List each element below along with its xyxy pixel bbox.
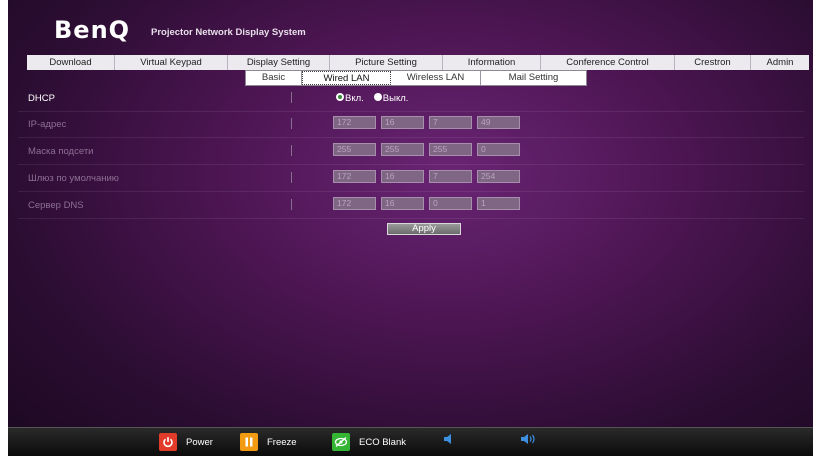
power-icon <box>159 433 177 451</box>
eco-eye-icon <box>332 433 350 451</box>
tab-display-setting[interactable]: Display Setting <box>228 55 330 70</box>
power-label: Power <box>186 436 213 448</box>
tab-virtual-keypad[interactable]: Virtual Keypad <box>115 55 228 70</box>
dns-server-octet-2[interactable]: 16 <box>381 197 424 210</box>
ip-address-octet-3[interactable]: 7 <box>429 116 472 129</box>
ip-address-octet-2[interactable]: 16 <box>381 116 424 129</box>
subnet-mask-octet-4[interactable]: 0 <box>477 143 520 156</box>
default-gateway-row: Шлюз по умолчанию 172 16 7 254 <box>18 165 804 192</box>
system-title: Projector Network Display System <box>151 27 306 38</box>
subnet-mask-octet-1[interactable]: 255 <box>333 143 376 156</box>
dns-server-octet-4[interactable]: 1 <box>477 197 520 210</box>
tab-admin[interactable]: Admin <box>751 55 809 70</box>
dhcp-off-label: Выкл. <box>382 93 409 104</box>
subtab-wireless-lan[interactable]: Wireless LAN <box>391 71 481 85</box>
apply-button[interactable]: Apply <box>387 223 461 235</box>
header: BenQ Projector Network Display System <box>8 0 813 50</box>
subnet-mask-fields: 255 255 255 0 <box>333 143 525 156</box>
dns-server-octet-1[interactable]: 172 <box>333 197 376 210</box>
dhcp-label: DHCP <box>28 93 55 104</box>
app-frame: BenQ Projector Network Display System Do… <box>8 0 813 456</box>
dhcp-on-radio[interactable]: Вкл. <box>336 91 364 104</box>
freeze-label: Freeze <box>267 436 297 448</box>
subnet-mask-octet-2[interactable]: 255 <box>381 143 424 156</box>
dns-server-octet-3[interactable]: 0 <box>429 197 472 210</box>
row-separator <box>291 199 292 210</box>
ip-address-row: IP-адрес 172 16 7 49 <box>18 111 804 138</box>
main-nav: Download Virtual Keypad Display Setting … <box>27 55 809 70</box>
power-button[interactable]: Power <box>159 433 213 451</box>
dns-server-fields: 172 16 0 1 <box>333 197 525 210</box>
default-gateway-label: Шлюз по умолчанию <box>28 173 119 184</box>
default-gateway-octet-2[interactable]: 16 <box>381 170 424 183</box>
subnet-mask-row: Маска подсети 255 255 255 0 <box>18 138 804 165</box>
subtab-basic[interactable]: Basic <box>246 71 302 85</box>
dhcp-off-radio[interactable]: Выкл. <box>373 91 409 104</box>
freeze-button[interactable]: Freeze <box>240 433 297 451</box>
radio-checked-icon <box>336 92 344 101</box>
volume-down-button[interactable] <box>443 433 453 445</box>
subnet-mask-octet-3[interactable]: 255 <box>429 143 472 156</box>
eco-blank-label: ECO Blank <box>359 436 406 448</box>
default-gateway-octet-4[interactable]: 254 <box>477 170 520 183</box>
dhcp-radio-group: Вкл. Выкл. <box>336 91 418 104</box>
eco-blank-button[interactable]: ECO Blank <box>332 433 406 451</box>
subtab-mail-setting[interactable]: Mail Setting <box>481 71 586 85</box>
volume-up-button[interactable] <box>520 433 538 445</box>
volume-down-icon <box>444 434 451 444</box>
ip-address-octet-4[interactable]: 49 <box>477 116 520 129</box>
ip-address-fields: 172 16 7 49 <box>333 116 525 129</box>
default-gateway-octet-1[interactable]: 172 <box>333 170 376 183</box>
pause-icon <box>240 433 258 451</box>
row-separator <box>291 92 292 103</box>
tab-information[interactable]: Information <box>443 55 541 70</box>
default-gateway-octet-3[interactable]: 7 <box>429 170 472 183</box>
volume-up-icon <box>521 434 535 444</box>
tab-conference-control[interactable]: Conference Control <box>541 55 675 70</box>
subtab-wired-lan[interactable]: Wired LAN <box>302 71 391 85</box>
dns-server-row: Сервер DNS 172 16 0 1 <box>18 192 804 219</box>
default-gateway-fields: 172 16 7 254 <box>333 170 525 183</box>
tab-crestron[interactable]: Crestron <box>675 55 751 70</box>
bottom-control-bar: Power Freeze ECO Blank <box>8 427 813 456</box>
dhcp-row: DHCP Вкл. Выкл. <box>18 85 804 112</box>
tab-download[interactable]: Download <box>27 55 115 70</box>
dhcp-on-label: Вкл. <box>345 93 364 104</box>
subnet-mask-label: Маска подсети <box>28 146 94 157</box>
tab-picture-setting[interactable]: Picture Setting <box>330 55 443 70</box>
dns-server-label: Сервер DNS <box>28 200 84 211</box>
row-separator <box>291 145 292 156</box>
ip-address-octet-1[interactable]: 172 <box>333 116 376 129</box>
benq-logo: BenQ <box>54 16 131 44</box>
row-separator <box>291 118 292 129</box>
row-separator <box>291 172 292 183</box>
radio-unchecked-icon <box>373 92 382 101</box>
sub-nav: Basic Wired LAN Wireless LAN Mail Settin… <box>245 70 587 86</box>
ip-address-label: IP-адрес <box>28 119 67 130</box>
